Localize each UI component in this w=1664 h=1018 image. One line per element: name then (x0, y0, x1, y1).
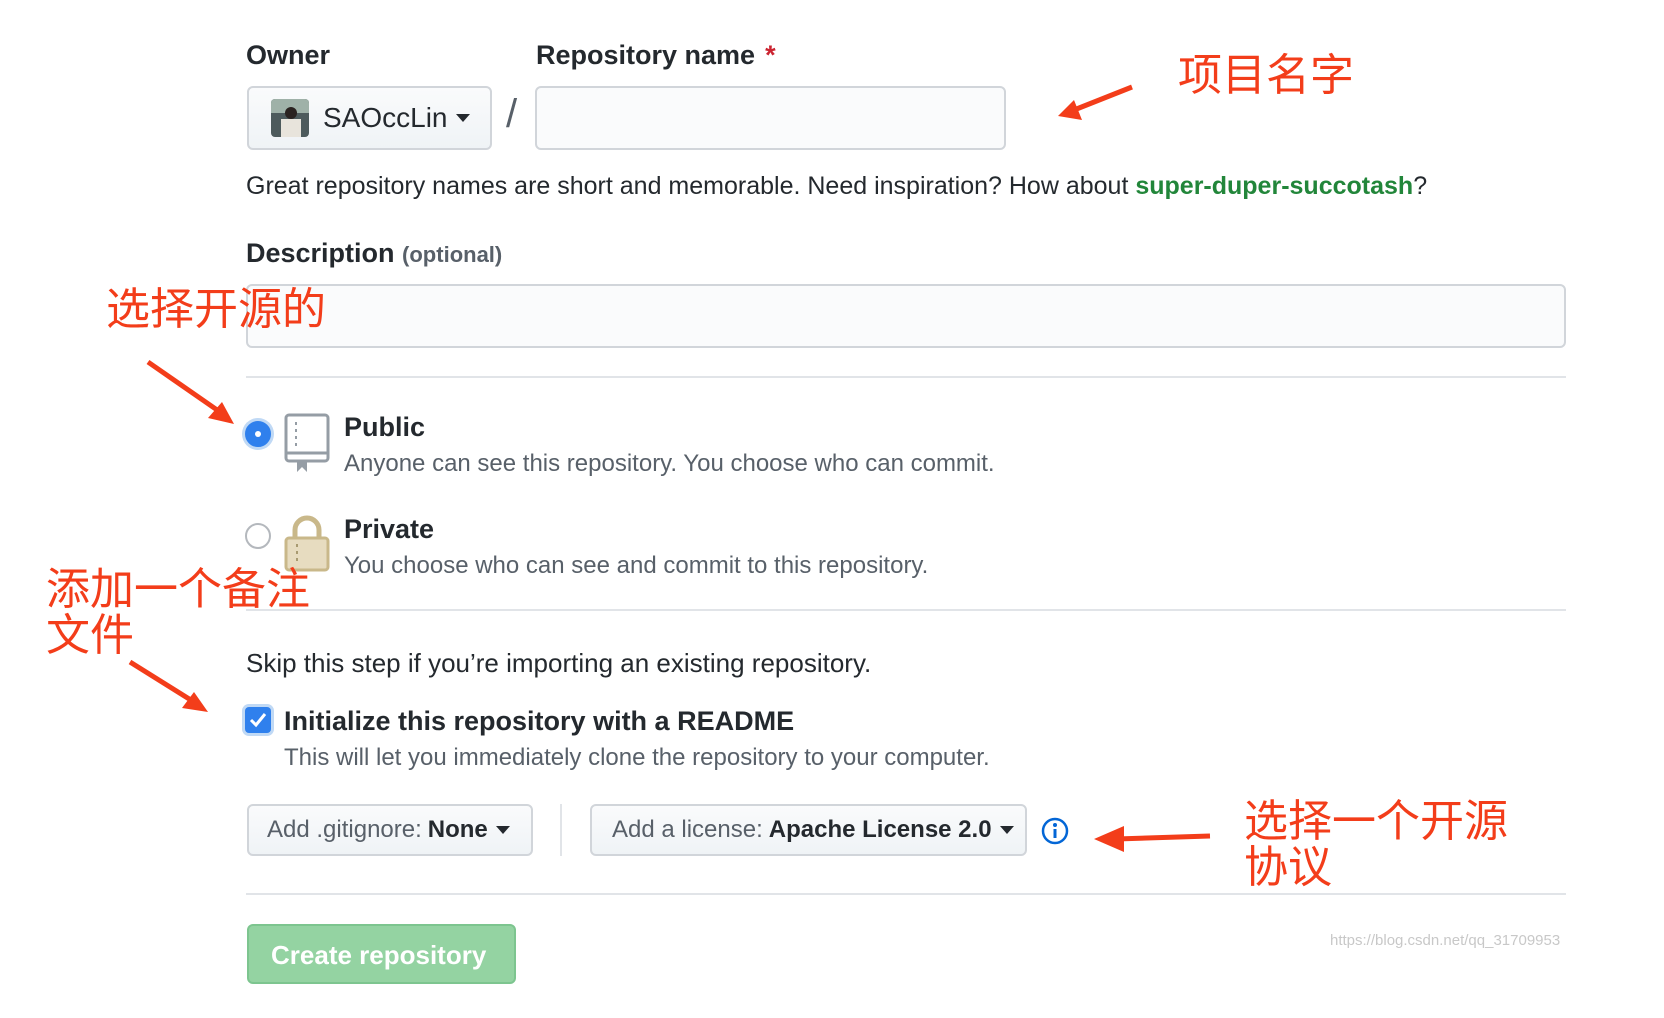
suggestion-link[interactable]: super-duper-succotash (1135, 172, 1413, 200)
visibility-public-radio[interactable] (245, 421, 271, 447)
readme-label[interactable]: Initialize this repository with a README (284, 706, 794, 737)
owner-label: Owner (246, 40, 331, 70)
repo-book-icon (284, 413, 330, 472)
gitignore-select[interactable]: Add .gitignore: None (247, 804, 533, 856)
annotation-arrow-readme (128, 659, 208, 712)
private-desc: You choose who can see and commit to thi… (344, 552, 929, 579)
readme-desc: This will let you immediately clone the … (284, 744, 990, 771)
info-icon[interactable] (1041, 817, 1069, 845)
annotation-arrow-license (1094, 826, 1211, 852)
license-select[interactable]: Add a license: Apache License 2.0 (590, 804, 1027, 856)
gitignore-prefix: Add .gitignore: (267, 816, 422, 843)
vertical-divider (560, 804, 562, 856)
visibility-private-radio[interactable] (245, 523, 271, 549)
annotation-readme-line1: 添加一个备注 (46, 564, 310, 615)
repo-name-hint: Great repository names are short and mem… (246, 172, 1428, 200)
annotation-license-line2: 协议 (1244, 842, 1332, 893)
divider (246, 609, 1566, 611)
avatar (271, 99, 309, 137)
checkmark-icon (249, 713, 267, 728)
annotation-readme-line2: 文件 (46, 610, 134, 661)
optional-tag: (optional) (402, 242, 503, 267)
private-title: Private (344, 514, 435, 544)
divider (246, 893, 1566, 895)
license-prefix: Add a license: (612, 816, 763, 843)
divider (246, 376, 1566, 378)
annotation-arrow-public (146, 359, 234, 424)
create-repository-button[interactable]: Create repository (247, 924, 516, 984)
public-title: Public (344, 412, 426, 442)
annotation-license-line1: 选择一个开源 (1244, 796, 1508, 847)
owner-repo-separator: / (506, 92, 518, 136)
caret-down-icon (999, 826, 1014, 834)
repo-name-input[interactable] (535, 86, 1006, 150)
gitignore-value: None (427, 816, 488, 843)
annotation-arrow-repo-name (1058, 84, 1133, 120)
required-mark: * (765, 40, 776, 70)
skip-step-text: Skip this step if you’re importing an ex… (246, 648, 872, 678)
owner-select[interactable]: SAOccLin (247, 86, 492, 150)
license-value: Apache License 2.0 (768, 816, 992, 843)
description-label: Description (optional) (246, 238, 503, 268)
caret-down-icon (495, 826, 510, 834)
watermark: https://blog.csdn.net/qq_31709953 (1330, 932, 1561, 949)
repo-name-label: Repository name * (536, 40, 776, 70)
public-desc: Anyone can see this repository. You choo… (344, 450, 995, 477)
annotation-repo-name: 项目名字 (1178, 50, 1354, 101)
owner-name: SAOccLin (323, 102, 448, 133)
caret-down-icon (455, 114, 470, 122)
annotation-public: 选择开源的 (106, 284, 326, 335)
description-input[interactable] (246, 284, 1566, 348)
readme-checkbox[interactable] (245, 707, 271, 733)
